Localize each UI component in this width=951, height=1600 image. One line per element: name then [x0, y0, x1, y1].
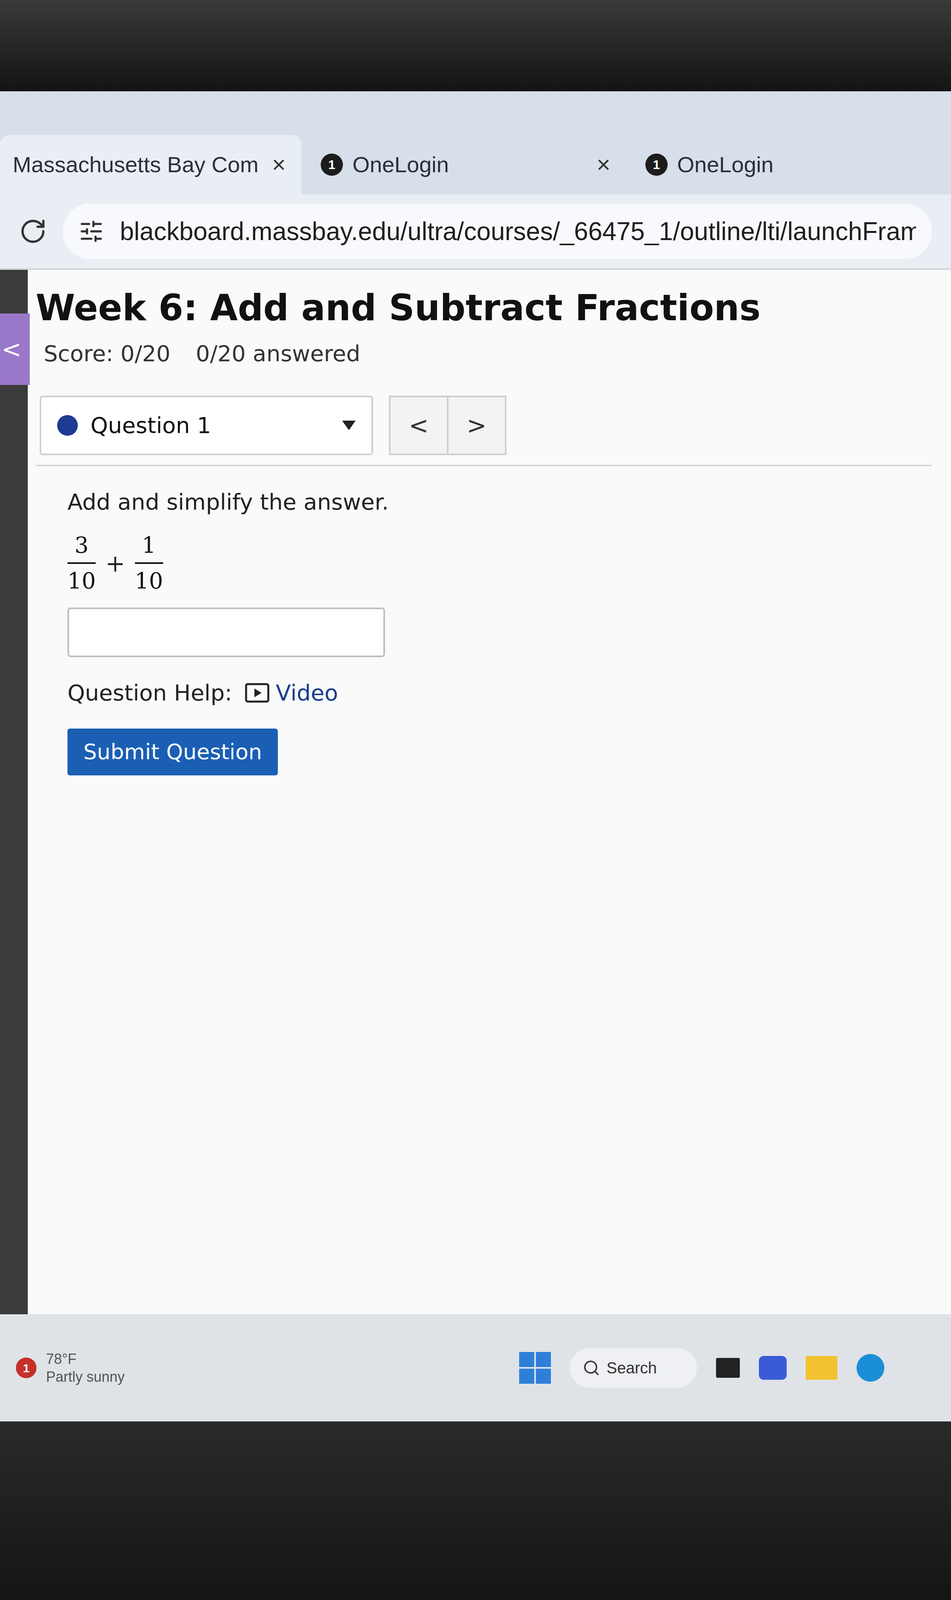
- site-settings-icon[interactable]: [78, 218, 104, 245]
- tab-bar: Massachusetts Bay Comm×1OneLogin×1OneLog…: [0, 91, 951, 195]
- help-label: Question Help:: [67, 676, 233, 710]
- fraction-bar: [67, 562, 96, 565]
- tab-label: Massachusetts Bay Comm: [12, 148, 260, 182]
- weather-text: 78°FPartly sunny: [46, 1350, 125, 1387]
- numerator: 3: [74, 531, 89, 560]
- browser-tab[interactable]: 1 OneLogin: [632, 134, 951, 195]
- page-title: Week 6: Add and Subtract Fractions: [35, 285, 932, 331]
- submit-button[interactable]: Submit Question: [67, 728, 278, 776]
- tab-label: OneLogin: [352, 148, 584, 182]
- fraction-bar: [134, 562, 164, 565]
- browser-tab[interactable]: Massachusetts Bay Comm×: [0, 134, 302, 195]
- denominator: 10: [67, 567, 96, 595]
- url-text: blackboard.massbay.edu/ultra/courses/_66…: [119, 212, 917, 251]
- taskbar-search[interactable]: Search: [569, 1348, 697, 1388]
- operator: +: [105, 545, 126, 582]
- tab-close[interactable]: ×: [268, 146, 289, 183]
- tab-close[interactable]: ×: [593, 146, 614, 183]
- question-body: Add and simplify the answer.310+110Quest…: [35, 485, 932, 776]
- fraction: 110: [134, 531, 164, 595]
- edge-icon[interactable]: [856, 1354, 885, 1383]
- tab-badge: 1: [645, 153, 668, 176]
- taskbar: 1 78°FPartly sunny Search: [0, 1314, 951, 1422]
- taskbar-center: Search: [519, 1348, 885, 1388]
- weather-widget[interactable]: 1 78°FPartly sunny: [15, 1350, 294, 1387]
- score-row: Score: 0/20 0/20 answered: [35, 336, 932, 371]
- url-field[interactable]: blackboard.massbay.edu/ultra/courses/_66…: [62, 203, 932, 260]
- screen: Massachusetts Bay Comm×1OneLogin×1OneLog…: [0, 0, 951, 1600]
- keyboard-area: [0, 1421, 951, 1600]
- question-prompt: Add and simplify the answer.: [67, 485, 932, 519]
- meet-icon[interactable]: [758, 1356, 787, 1381]
- weather-temp: 78°F: [46, 1350, 125, 1369]
- answer-input[interactable]: [67, 607, 386, 658]
- answered-count: 0/20 answered: [195, 336, 361, 371]
- tab-badge: 1: [320, 153, 343, 176]
- expression: 310+110: [67, 531, 932, 595]
- question-select[interactable]: Question 1: [39, 395, 374, 456]
- weather-badge: 1: [15, 1357, 37, 1379]
- assignment: Week 6: Add and Subtract Fractions Score:…: [27, 269, 951, 1315]
- address-bar: blackboard.massbay.edu/ultra/courses/_66…: [0, 194, 951, 270]
- dropdown-arrow-icon: [342, 420, 356, 431]
- task-view-icon[interactable]: [716, 1358, 740, 1379]
- nav-buttons: <>: [388, 395, 507, 456]
- question-help: Question Help: Video: [67, 676, 932, 710]
- score: Score: 0/20: [43, 336, 171, 371]
- search-label: Search: [606, 1356, 657, 1381]
- question-nav: Question 1 <>: [35, 395, 932, 467]
- windows-logo-icon[interactable]: [519, 1352, 551, 1385]
- question-select-label: Question 1: [90, 408, 330, 443]
- left-edge: [0, 269, 28, 1315]
- fraction: 310: [67, 531, 96, 595]
- numerator: 1: [141, 531, 156, 560]
- reload-icon[interactable]: [19, 217, 47, 246]
- folder-icon[interactable]: [805, 1356, 838, 1381]
- status-dot-icon: [57, 415, 78, 436]
- video-icon: [244, 683, 270, 703]
- side-tab[interactable]: <: [0, 313, 30, 386]
- video-link[interactable]: Video: [244, 676, 339, 710]
- search-icon: [582, 1359, 601, 1377]
- nav-button[interactable]: <: [388, 395, 449, 456]
- tab-label: OneLogin: [677, 148, 939, 182]
- weather-condition: Partly sunny: [46, 1368, 125, 1387]
- browser-tab[interactable]: 1 OneLogin ×: [308, 134, 627, 195]
- page-content: <Week 6: Add and Subtract FractionsScore…: [0, 269, 951, 1315]
- nav-button[interactable]: >: [446, 395, 507, 456]
- denominator: 10: [134, 567, 164, 595]
- bezel-top: [0, 0, 951, 92]
